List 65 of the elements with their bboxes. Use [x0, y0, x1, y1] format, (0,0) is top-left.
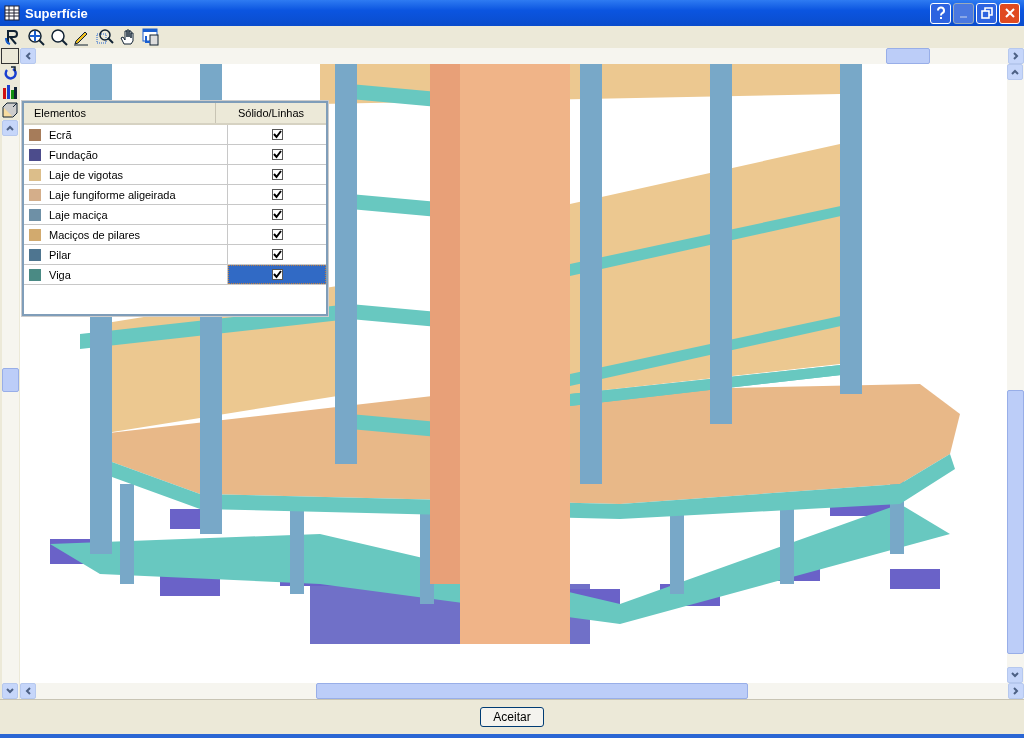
close-icon	[1002, 6, 1017, 20]
checkbox[interactable]	[271, 129, 283, 140]
scroll-left-button[interactable]	[20, 48, 36, 64]
check-mark-icon	[272, 250, 282, 259]
caret-up-icon	[1010, 67, 1020, 77]
window-title: Superfície	[25, 5, 89, 21]
caret-down-icon	[1010, 670, 1020, 680]
element-name: Maciços de pilares	[49, 228, 141, 241]
check-mark-icon	[272, 230, 282, 239]
caret-right-icon	[1011, 686, 1021, 696]
check-mark-icon	[272, 150, 282, 159]
scrollbar-thumb[interactable]	[886, 48, 930, 64]
help-button[interactable]	[930, 2, 951, 24]
grid-icon	[4, 5, 20, 21]
element-name: Laje maciça	[49, 208, 108, 221]
checkbox[interactable]	[271, 149, 283, 160]
checkbox[interactable]	[271, 189, 283, 200]
element-name: Ecrã	[49, 128, 72, 141]
scrollbar-thumb[interactable]	[1007, 390, 1024, 654]
scroll-right-button[interactable]	[1008, 683, 1024, 699]
window-list-icon[interactable]	[142, 28, 160, 46]
element-name: Viga	[49, 268, 71, 281]
scroll-up-button[interactable]	[1, 120, 18, 136]
zoom-extents-icon[interactable]	[27, 28, 45, 46]
rotate-icon[interactable]	[2, 66, 18, 82]
table-cell[interactable]	[228, 265, 326, 284]
hand-icon[interactable]	[119, 28, 137, 46]
zoom-icon[interactable]	[50, 28, 68, 46]
caret-up-icon	[4, 123, 15, 133]
scroll-right-button[interactable]	[1008, 48, 1024, 64]
check-mark-icon	[272, 190, 282, 199]
close-button[interactable]	[999, 2, 1020, 24]
scroll-left-button[interactable]	[20, 683, 36, 699]
scroll-up-button[interactable]	[1007, 64, 1023, 80]
minimize-icon	[960, 16, 967, 18]
column-header[interactable]: Sólido/Linhas	[216, 103, 326, 123]
checkbox[interactable]	[271, 209, 283, 220]
scroll-down-button[interactable]	[1007, 667, 1023, 683]
bar-chart-icon[interactable]	[2, 84, 18, 100]
scrollbar-thumb[interactable]	[316, 683, 748, 699]
check-mark-icon	[272, 170, 282, 179]
check-mark-icon	[272, 270, 282, 279]
cube-icon[interactable]	[2, 102, 18, 118]
zoom-window-icon[interactable]	[96, 28, 114, 46]
column-header[interactable]: Elementos	[24, 103, 216, 123]
check-mark-icon	[272, 130, 282, 139]
caret-right-icon	[1011, 51, 1021, 61]
color-swatch-button[interactable]	[1, 48, 19, 64]
scrollbar-thumb[interactable]	[1, 368, 19, 392]
restore-icon	[979, 6, 994, 20]
caret-left-icon	[23, 51, 33, 61]
checkbox[interactable]	[271, 169, 283, 180]
checkbox[interactable]	[271, 229, 283, 240]
accept-button[interactable]: Aceitar	[480, 707, 544, 727]
check-mark-icon	[272, 210, 282, 219]
restore-button[interactable]	[976, 2, 997, 24]
caret-down-icon	[4, 686, 15, 696]
element-name: Laje fungiforme aligeirada	[49, 188, 176, 201]
element-name: Pilar	[49, 248, 71, 261]
scroll-down-button[interactable]	[1, 683, 18, 699]
caret-left-icon	[23, 686, 33, 696]
element-name: Fundação	[49, 148, 98, 161]
checkbox[interactable]	[271, 249, 283, 260]
checkbox[interactable]	[271, 269, 283, 280]
element-name: Laje de vigotas	[49, 168, 123, 181]
